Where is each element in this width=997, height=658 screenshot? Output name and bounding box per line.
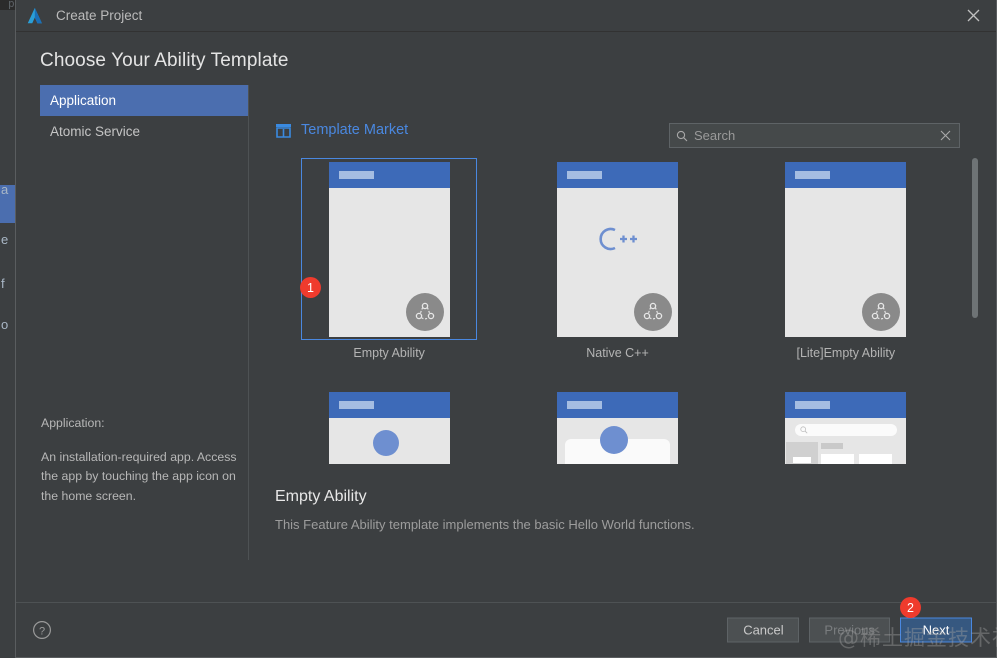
template-card-label: Native C++ bbox=[586, 346, 649, 360]
template-preview bbox=[785, 391, 907, 464]
template-card-frame bbox=[301, 158, 478, 340]
preview-appbar bbox=[556, 161, 678, 188]
template-preview bbox=[785, 161, 907, 337]
template-market-label: Template Market bbox=[301, 122, 409, 138]
category-description: Application: An installation-required ap… bbox=[41, 414, 241, 506]
template-card-label: [Lite]Empty Ability bbox=[796, 346, 896, 360]
preview-avatar bbox=[372, 429, 399, 456]
cpp-logo-icon bbox=[557, 224, 678, 254]
ability-glyph-icon bbox=[643, 302, 663, 319]
cancel-button[interactable]: Cancel bbox=[727, 617, 800, 643]
preview-appbar bbox=[785, 391, 907, 418]
category-description-label: Application: bbox=[41, 416, 105, 430]
template-card-6[interactable] bbox=[758, 388, 934, 464]
page-title: Choose Your Ability Template bbox=[40, 50, 289, 71]
search-icon bbox=[800, 425, 808, 433]
template-card-native-cpp[interactable]: Native C++ bbox=[529, 158, 705, 360]
template-card-frame bbox=[529, 158, 705, 340]
selected-template-description: This Feature Ability template implements… bbox=[275, 517, 695, 532]
template-grid-scroll: Empty Ability Native C++ [Lite]Empty Abi… bbox=[275, 158, 960, 464]
template-preview: › › › › bbox=[328, 391, 450, 464]
category-sidebar: Application Atomic Service Application: … bbox=[40, 85, 249, 560]
sidebar-item-label: Application bbox=[50, 93, 117, 108]
preview-avatar bbox=[599, 425, 628, 454]
harmony-ability-icon bbox=[862, 292, 901, 331]
ability-glyph-icon bbox=[872, 302, 891, 319]
harmony-ability-icon bbox=[405, 292, 444, 331]
background-left-item-2: f bbox=[1, 276, 5, 291]
template-preview bbox=[556, 391, 678, 464]
template-card-frame bbox=[758, 388, 934, 464]
template-card-frame bbox=[758, 158, 934, 340]
annotation-badge-2: 2 bbox=[900, 597, 921, 618]
dialog-title: Create Project bbox=[56, 8, 143, 23]
watermark: @稀土掘金技术社区 bbox=[838, 626, 997, 650]
preview-nav-item bbox=[793, 456, 812, 463]
sidebar-item-atomic-service[interactable]: Atomic Service bbox=[40, 116, 248, 147]
template-card-empty-ability[interactable]: Empty Ability bbox=[301, 158, 478, 360]
template-preview bbox=[556, 161, 678, 337]
preview-grid-cell bbox=[821, 453, 855, 464]
preview-appbar bbox=[556, 391, 678, 418]
selected-template-title: Empty Ability bbox=[275, 488, 367, 505]
template-grid: Empty Ability Native C++ [Lite]Empty Abi… bbox=[275, 158, 960, 464]
harmony-ability-icon bbox=[633, 292, 672, 331]
background-left-item-0: a bbox=[1, 182, 9, 197]
template-card-frame bbox=[529, 388, 705, 464]
preview-appbar bbox=[785, 161, 907, 188]
preview-appbar bbox=[328, 161, 450, 188]
template-card-label: Empty Ability bbox=[353, 346, 425, 360]
template-pane: Template Market Search Empty Ability Nat… bbox=[261, 85, 986, 560]
template-card-lite-empty-ability[interactable]: [Lite]Empty Ability bbox=[758, 158, 934, 360]
help-icon[interactable]: ? bbox=[32, 620, 52, 640]
template-card-5[interactable] bbox=[529, 388, 705, 464]
dialog-body: Choose Your Ability Template Application… bbox=[16, 32, 996, 602]
close-button[interactable] bbox=[950, 0, 996, 31]
template-card-4[interactable]: › › › › bbox=[301, 388, 477, 464]
sidebar-item-application[interactable]: Application bbox=[40, 85, 248, 116]
template-card-frame: › › › › bbox=[301, 388, 477, 464]
category-description-text: An installation-required app. Access the… bbox=[41, 449, 237, 503]
preview-appbar bbox=[328, 391, 450, 418]
template-preview bbox=[328, 161, 450, 337]
ability-glyph-icon bbox=[415, 302, 434, 319]
template-market-link[interactable]: Template Market bbox=[275, 122, 408, 138]
deveco-logo-icon bbox=[27, 7, 42, 23]
sidebar-item-label: Atomic Service bbox=[50, 124, 141, 139]
store-icon bbox=[276, 123, 291, 138]
background-left-item-3: o bbox=[1, 317, 9, 332]
selected-template-info: Empty Ability This Feature Ability templ… bbox=[275, 488, 960, 532]
preview-grid-cell bbox=[859, 453, 893, 464]
search-placeholder: Search bbox=[694, 128, 736, 143]
dialog-titlebar: Create Project bbox=[16, 0, 996, 32]
clear-search-icon[interactable] bbox=[940, 130, 951, 141]
search-icon bbox=[676, 130, 688, 141]
template-grid-scrollbar[interactable] bbox=[972, 158, 978, 318]
preview-search-field bbox=[795, 423, 898, 436]
close-icon bbox=[967, 9, 979, 22]
svg-text:?: ? bbox=[39, 625, 45, 637]
create-project-dialog: Create Project Choose Your Ability Templ… bbox=[15, 0, 997, 658]
search-input[interactable]: Search bbox=[669, 123, 960, 148]
annotation-badge-1: 1 bbox=[300, 277, 321, 298]
preview-section-title bbox=[821, 442, 844, 449]
background-left-item-1: e bbox=[1, 232, 9, 247]
cpp-glyph-icon bbox=[599, 227, 638, 250]
